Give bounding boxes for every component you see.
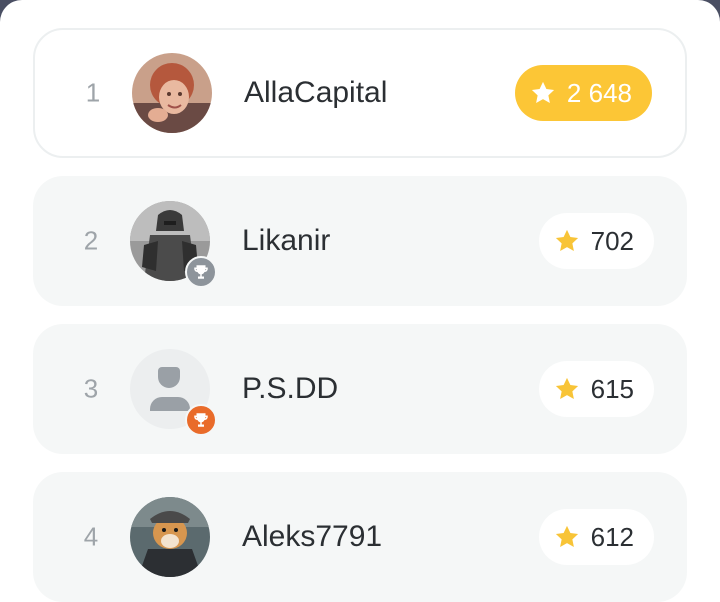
star-icon <box>531 81 555 104</box>
avatar-photo <box>132 53 212 133</box>
star-icon <box>555 525 578 548</box>
score-badge: 612 <box>538 509 654 565</box>
score-value: 702 <box>590 225 634 256</box>
avatar[interactable] <box>130 497 210 577</box>
score-value: 615 <box>590 373 634 404</box>
leaderboard-row-3[interactable]: 3 P.S.DD 615 <box>33 324 687 454</box>
silver-trophy-icon <box>194 265 208 279</box>
player-name: Likanir <box>242 224 331 257</box>
leaderboard-row-1[interactable]: 1 AllaCapital 2 648 <box>33 28 687 158</box>
trophy-badge <box>185 404 217 436</box>
player-name: P.S.DD <box>242 372 339 405</box>
score-badge: 615 <box>538 361 654 417</box>
avatar-photo <box>130 497 210 577</box>
rank-number: 2 <box>83 225 99 256</box>
star-icon <box>555 377 578 400</box>
avatar[interactable] <box>130 349 217 436</box>
score-badge: 2 648 <box>514 65 652 121</box>
score-value: 2 648 <box>566 77 632 108</box>
trophy-badge <box>185 256 217 288</box>
star-icon <box>555 229 578 252</box>
leaderboard-sheet: 1 AllaCapital 2 648 2 Likanir 702 3 P.S.… <box>0 0 720 602</box>
rank-number: 4 <box>83 521 99 552</box>
player-name: Aleks7791 <box>242 520 383 553</box>
score-badge: 702 <box>538 213 654 269</box>
avatar[interactable] <box>130 201 217 288</box>
rank-number: 1 <box>85 77 101 108</box>
rank-number: 3 <box>83 373 99 404</box>
score-value: 612 <box>590 521 634 552</box>
player-name: AllaCapital <box>244 76 388 109</box>
bronze-trophy-icon <box>194 413 208 427</box>
leaderboard-row-2[interactable]: 2 Likanir 702 <box>33 176 687 306</box>
avatar[interactable] <box>132 53 212 133</box>
